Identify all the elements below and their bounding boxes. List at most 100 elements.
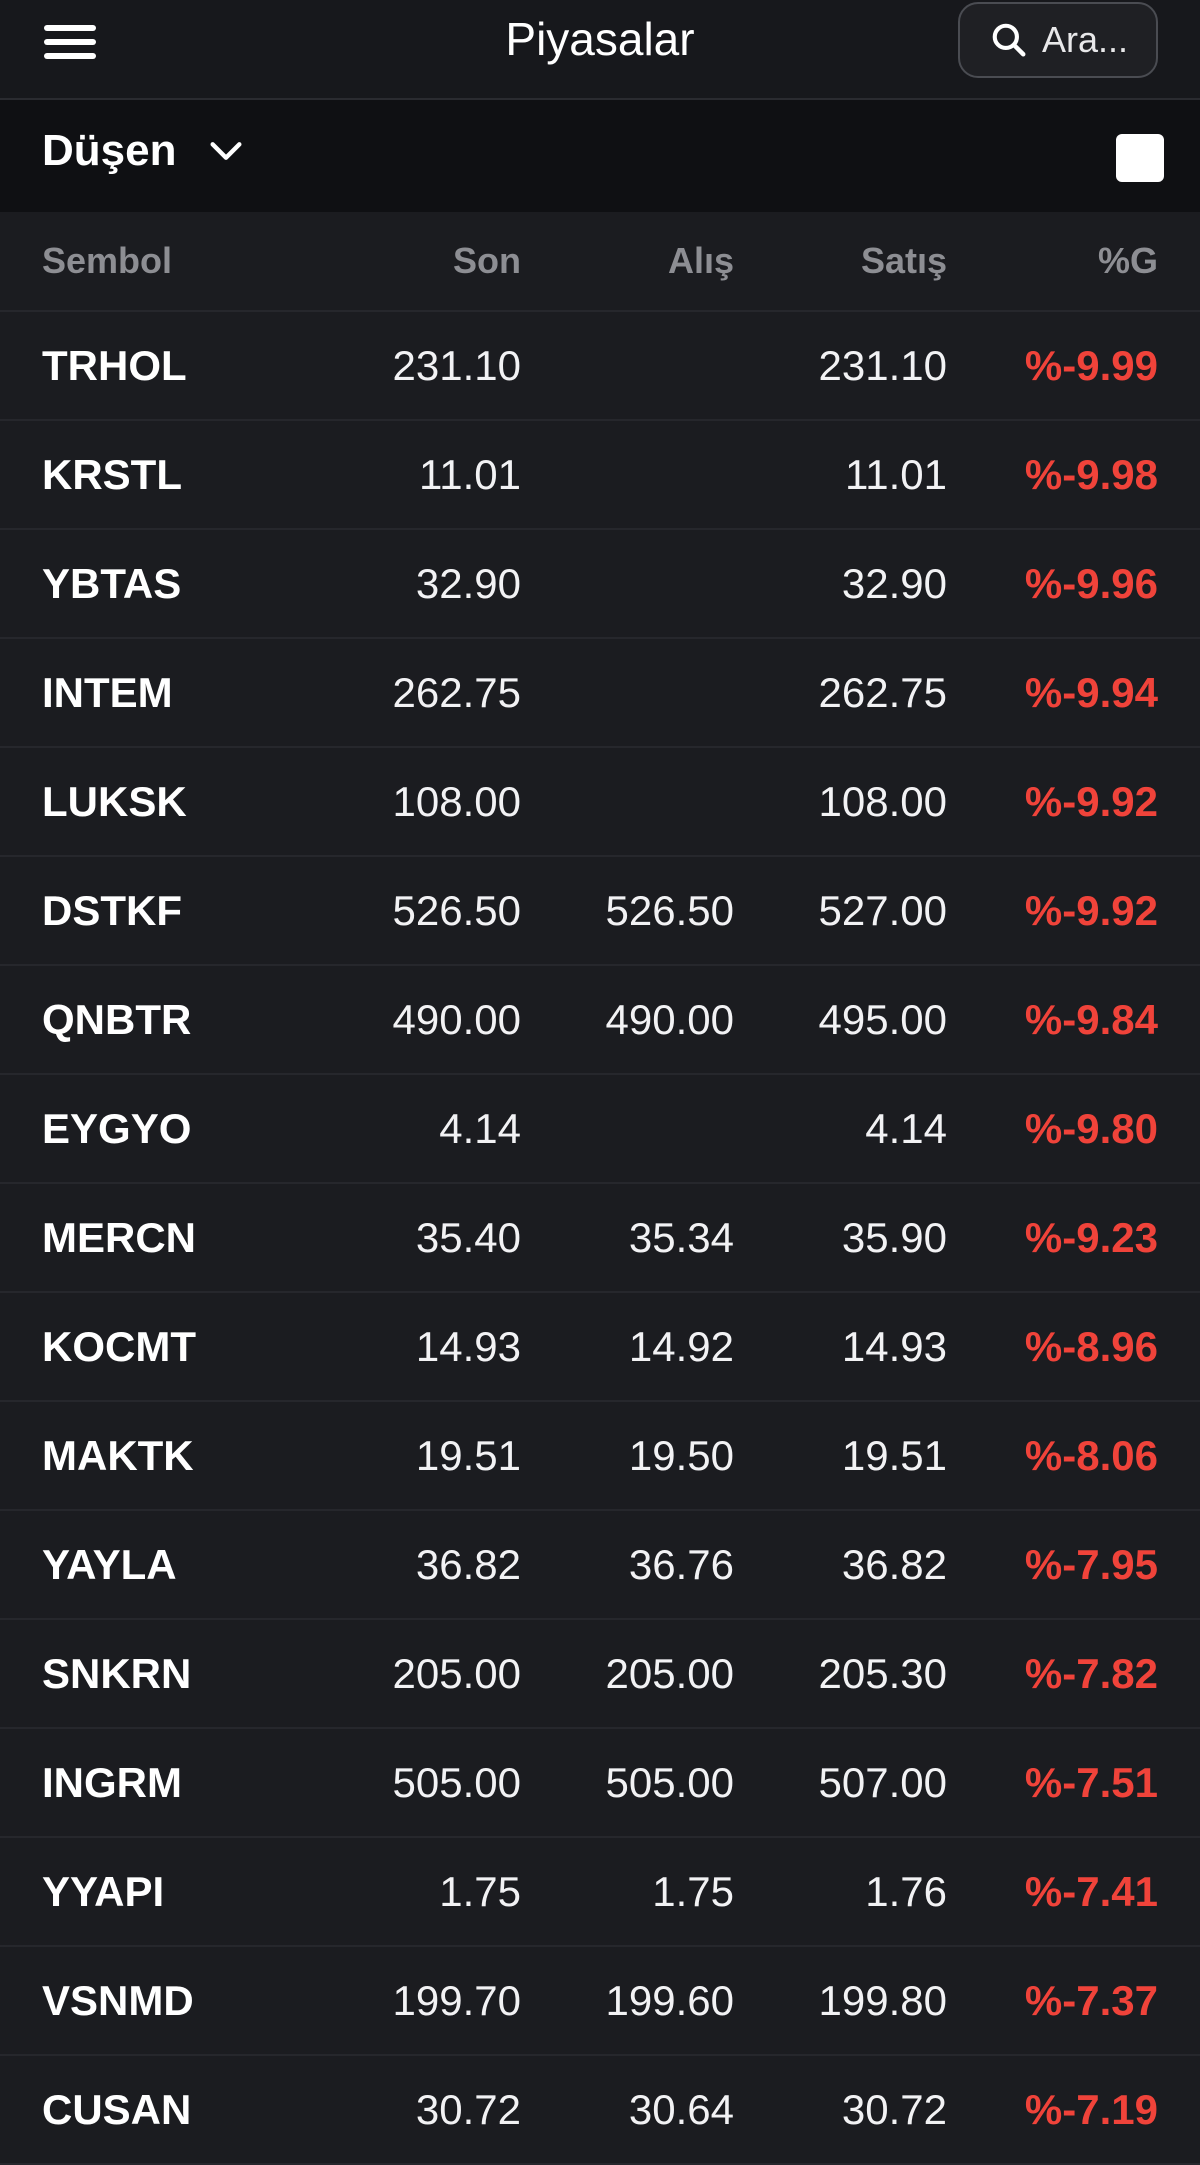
row-change-percent: %-7.19 [1024, 2085, 1158, 2133]
row-symbol: MERCN [42, 1213, 196, 1261]
row-ask-price: 527.00 [818, 886, 947, 934]
row-bid-price: 14.92 [628, 1322, 734, 1370]
row-symbol: INGRM [42, 1758, 182, 1806]
row-last-price: 11.01 [419, 450, 521, 498]
view-toggle-button[interactable] [1116, 134, 1164, 182]
row-last-price: 32.90 [415, 559, 521, 607]
row-ask-price: 507.00 [818, 1758, 947, 1806]
table-row[interactable]: VSNMD 199.70 199.60 199.80 %-7.37 [0, 1947, 1200, 2056]
row-ask-price: 32.90 [841, 559, 947, 607]
table-row[interactable]: YYAPI 1.75 1.75 1.76 %-7.41 [0, 1838, 1200, 1947]
row-last-price: 205.00 [392, 1649, 521, 1697]
row-change-percent: %-8.96 [1024, 1322, 1158, 1370]
menu-bar-line [44, 25, 96, 31]
row-change-percent: %-7.82 [1024, 1649, 1158, 1697]
row-symbol: LUKSK [42, 777, 187, 825]
row-ask-price: 36.82 [841, 1540, 947, 1588]
filter-bar: Düşen [0, 100, 1200, 212]
row-ask-price: 495.00 [818, 995, 947, 1043]
row-bid-price: 490.00 [605, 995, 734, 1043]
row-bid-price: 199.60 [605, 1976, 734, 2024]
row-ask-price: 4.14 [865, 1104, 947, 1152]
table-row[interactable]: CUSAN 30.72 30.64 30.72 %-7.19 [0, 2056, 1200, 2165]
column-header-symbol[interactable]: Sembol [0, 240, 300, 282]
row-bid-price: 19.50 [628, 1431, 734, 1479]
row-last-price: 1.75 [439, 1867, 521, 1915]
row-bid-price: 1.75 [652, 1867, 734, 1915]
row-last-price: 199.70 [392, 1976, 521, 2024]
search-icon [992, 23, 1026, 57]
table-row[interactable]: EYGYO 4.14 4.14 %-9.80 [0, 1075, 1200, 1184]
row-change-percent: %-8.06 [1024, 1431, 1158, 1479]
row-last-price: 14.93 [415, 1322, 521, 1370]
row-change-percent: %-9.80 [1024, 1104, 1158, 1152]
row-last-price: 30.72 [415, 2085, 521, 2133]
table-row[interactable]: LUKSK 108.00 108.00 %-9.92 [0, 748, 1200, 857]
row-ask-price: 262.75 [818, 668, 947, 716]
row-ask-price: 1.76 [865, 1867, 947, 1915]
row-last-price: 505.00 [392, 1758, 521, 1806]
column-header-change[interactable]: %G [947, 240, 1158, 282]
row-change-percent: %-9.96 [1024, 559, 1158, 607]
column-header-bid[interactable]: Alış [521, 240, 734, 282]
search-button-label: Ara... [1042, 19, 1129, 60]
table-row[interactable]: DSTKF 526.50 526.50 527.00 %-9.92 [0, 857, 1200, 966]
row-last-price: 36.82 [415, 1540, 521, 1588]
row-symbol: SNKRN [42, 1649, 192, 1697]
row-bid-price: 36.76 [628, 1540, 734, 1588]
row-change-percent: %-9.94 [1024, 668, 1158, 716]
row-symbol: MAKTK [42, 1431, 194, 1479]
row-bid-price: 526.50 [605, 886, 734, 934]
hamburger-menu-icon[interactable] [44, 18, 104, 66]
row-last-price: 231.10 [392, 341, 521, 389]
row-symbol: KOCMT [42, 1322, 196, 1370]
table-row[interactable]: KRSTL 11.01 11.01 %-9.98 [0, 421, 1200, 530]
row-last-price: 4.14 [439, 1104, 521, 1152]
column-header-last[interactable]: Son [300, 240, 521, 282]
row-change-percent: %-7.95 [1024, 1540, 1158, 1588]
row-bid-price: 30.64 [628, 2085, 734, 2133]
row-symbol: TRHOL [42, 341, 187, 389]
table-row[interactable]: YAYLA 36.82 36.76 36.82 %-7.95 [0, 1511, 1200, 1620]
row-bid-price: 205.00 [605, 1649, 734, 1697]
row-ask-price: 108.00 [818, 777, 947, 825]
table-row[interactable]: INGRM 505.00 505.00 507.00 %-7.51 [0, 1729, 1200, 1838]
search-button[interactable]: Ara... [958, 2, 1158, 78]
table-row[interactable]: TRHOL 231.10 231.10 %-9.99 [0, 312, 1200, 421]
table-row[interactable]: MAKTK 19.51 19.50 19.51 %-8.06 [0, 1402, 1200, 1511]
menu-bar-line [44, 53, 96, 59]
row-ask-price: 11.01 [845, 450, 947, 498]
row-symbol: KRSTL [42, 450, 182, 498]
table-row[interactable]: SNKRN 205.00 205.00 205.30 %-7.82 [0, 1620, 1200, 1729]
row-last-price: 490.00 [392, 995, 521, 1043]
sort-filter-dropdown[interactable]: Düşen [42, 126, 246, 176]
stock-list: TRHOL 231.10 231.10 %-9.99 KRSTL 11.01 11.01 %-… [0, 312, 1200, 2165]
row-ask-price: 199.80 [818, 1976, 947, 2024]
row-ask-price: 231.10 [818, 341, 947, 389]
row-bid-price: 35.34 [628, 1213, 734, 1261]
row-change-percent: %-9.92 [1024, 886, 1158, 934]
table-row[interactable]: YBTAS 32.90 32.90 %-9.96 [0, 530, 1200, 639]
row-ask-price: 205.30 [818, 1649, 947, 1697]
top-app-bar: Piyasalar Ara... [0, 0, 1200, 100]
row-ask-price: 30.72 [841, 2085, 947, 2133]
row-last-price: 19.51 [415, 1431, 521, 1479]
row-ask-price: 19.51 [841, 1431, 947, 1479]
table-row[interactable]: KOCMT 14.93 14.92 14.93 %-8.96 [0, 1293, 1200, 1402]
row-change-percent: %-9.99 [1024, 341, 1158, 389]
row-change-percent: %-7.41 [1024, 1867, 1158, 1915]
row-last-price: 108.00 [392, 777, 521, 825]
row-symbol: YBTAS [42, 559, 182, 607]
row-last-price: 526.50 [392, 886, 521, 934]
row-symbol: YYAPI [42, 1867, 165, 1915]
row-ask-price: 14.93 [841, 1322, 947, 1370]
row-last-price: 262.75 [392, 668, 521, 716]
table-row[interactable]: INTEM 262.75 262.75 %-9.94 [0, 639, 1200, 748]
table-row[interactable]: MERCN 35.40 35.34 35.90 %-9.23 [0, 1184, 1200, 1293]
table-row[interactable]: QNBTR 490.00 490.00 495.00 %-9.84 [0, 966, 1200, 1075]
column-header-ask[interactable]: Satış [734, 240, 947, 282]
row-bid-price: 505.00 [605, 1758, 734, 1806]
row-symbol: DSTKF [42, 886, 182, 934]
row-change-percent: %-9.23 [1024, 1213, 1158, 1261]
filter-selected-label: Düşen [42, 126, 177, 175]
